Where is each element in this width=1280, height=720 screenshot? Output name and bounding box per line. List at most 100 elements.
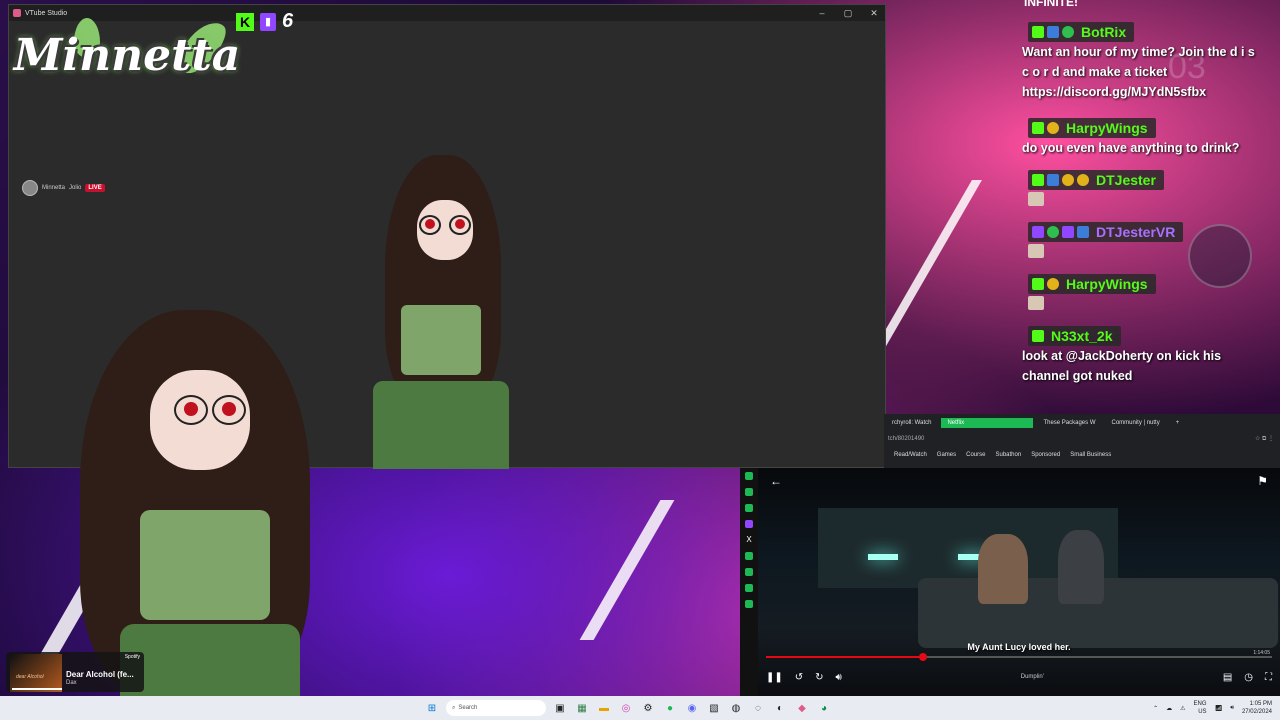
chat-username[interactable]: DTJesterVR — [1096, 224, 1175, 240]
chat-badge-icon — [1032, 226, 1044, 238]
bookmark-item[interactable]: Games — [937, 452, 956, 458]
speed-icon[interactable]: ◷ — [1244, 672, 1253, 683]
rewind-10-icon[interactable]: ↺ — [795, 672, 803, 683]
settings-icon[interactable]: ⚙ — [640, 700, 656, 716]
clock[interactable]: 1:05 PM 27/02/2024 — [1242, 700, 1272, 716]
bookmark-item[interactable]: Course — [966, 452, 985, 458]
bookmark-item[interactable]: Read/Watch — [894, 452, 927, 458]
subtitles-icon[interactable]: ▤ — [1223, 672, 1232, 683]
steam-icon[interactable]: ◐ — [772, 700, 788, 716]
browser-tab[interactable]: These Packages W — [1037, 418, 1101, 428]
tray-icon[interactable]: ☁ — [1166, 705, 1172, 712]
bookmark-item[interactable]: Subathon — [995, 452, 1021, 458]
sidebar-app-icon[interactable] — [745, 552, 753, 560]
kick-icon: K — [236, 12, 254, 31]
vts-app-icon — [13, 9, 21, 17]
netflix-player[interactable]: ← ⚑ My Aunt Lucy loved her. 1:14:05 ❚❚ ↺… — [758, 468, 1280, 696]
browser-tab[interactable]: rchyroll: Watch — [886, 418, 937, 428]
fullscreen-icon[interactable]: ⛶ — [1265, 672, 1272, 683]
spotify-icon[interactable]: ● — [662, 700, 678, 716]
chat-badge-icon — [1047, 226, 1059, 238]
sidebar-app-icon[interactable] — [745, 568, 753, 576]
sidebar-app-icon[interactable] — [745, 504, 753, 512]
app-icon[interactable]: ◎ — [618, 700, 634, 716]
minnetta-logo: Minnetta — [12, 14, 242, 98]
chat-username-row: N33xt_2k — [1028, 326, 1121, 346]
chat-username[interactable]: BotRix — [1081, 24, 1126, 40]
search-input[interactable]: ⌕ Search — [446, 700, 546, 716]
progress-thumb[interactable] — [918, 653, 927, 661]
system-tray: ⌃ ☁ ⚠ ENG US 📶︎ 🔊︎ 1:05 PM 27/02/2024 — [1153, 696, 1272, 720]
browser-tabs: rchyroll: Watch Netflix These Packages W… — [884, 414, 1280, 432]
region: US — [1198, 709, 1207, 715]
obs-icon[interactable]: ◍ — [728, 700, 744, 716]
subtitle-text: My Aunt Lucy loved her. — [967, 642, 1071, 652]
new-tab-button[interactable]: + — [1170, 418, 1186, 428]
chat-username[interactable]: DTJester — [1096, 172, 1156, 188]
progress-fill — [766, 656, 923, 658]
network-icon[interactable]: 📶︎ — [1215, 705, 1223, 712]
language-indicator[interactable]: ENG US — [1194, 700, 1207, 716]
language: ENG — [1193, 701, 1207, 707]
bookmark-item[interactable]: Small Business — [1070, 452, 1111, 458]
browser-tab-active[interactable]: Netflix — [941, 418, 1034, 428]
sidebar-app-icon[interactable] — [745, 584, 753, 592]
report-flag-icon[interactable]: ⚑ — [1257, 474, 1268, 488]
chat-message-text: do you even have anything to drink? — [1022, 141, 1240, 155]
chat-badge-icon — [1032, 26, 1044, 38]
maximize-button[interactable]: ▢ — [837, 8, 859, 19]
sidebar-app-icon[interactable] — [745, 488, 753, 496]
forward-10-icon[interactable]: ↻ — [815, 672, 823, 683]
chat-username[interactable]: HarpyWings — [1066, 120, 1148, 136]
taskbar: ⊞ ⌕ Search ▣ ▦ ▬ ◎ ⚙ ● ◉ ▧ ◍ ◌ ◐ ◆ ◕ ⌃ ☁… — [0, 696, 1280, 720]
tray-chevron-icon[interactable]: ⌃ — [1153, 705, 1158, 712]
volume-tray-icon[interactable]: 🔊︎ — [1230, 705, 1234, 712]
clock-time: 1:05 PM — [1249, 701, 1272, 707]
browser-tab[interactable]: Community | nutty — [1105, 418, 1165, 428]
tray-icon[interactable]: ⚠ — [1180, 705, 1185, 712]
url-bar[interactable]: tch/80201490 ☆ ⧉ ⋮ — [884, 432, 1280, 446]
app-icon[interactable]: ▧ — [706, 700, 722, 716]
progress-bar[interactable] — [766, 653, 1272, 661]
video-title: Dumplin' — [1020, 674, 1044, 680]
back-arrow-icon[interactable]: ← — [770, 474, 782, 488]
sidebar-twitch-icon[interactable] — [745, 520, 753, 528]
close-button[interactable]: ✕ — [863, 8, 885, 19]
chat-badge-icon — [1047, 278, 1059, 290]
file-explorer-icon[interactable]: ▬ — [596, 700, 612, 716]
spotify-widget[interactable]: dear Alcohol Spotify Dear Alcohol (fe...… — [6, 652, 144, 692]
wallpaper-stripe — [579, 500, 675, 640]
chat-emote — [1028, 296, 1044, 310]
avatar-eye — [455, 219, 465, 229]
scene-light — [868, 554, 898, 560]
twitch-icon: ▮ — [260, 12, 276, 31]
url-text: tch/80201490 — [888, 436, 925, 442]
chat-badge-icon — [1047, 26, 1059, 38]
chat-username[interactable]: N33xt_2k — [1051, 328, 1113, 344]
viewer-count: 6 — [282, 10, 294, 32]
avatar-eye — [184, 402, 198, 416]
discord-icon[interactable]: ◉ — [684, 700, 700, 716]
chat-badge-icon — [1062, 174, 1074, 186]
chat-header: INFINITE! — [1024, 0, 1078, 9]
app-icon[interactable]: ◌ — [750, 700, 766, 716]
browser-window: rchyroll: Watch Netflix These Packages W… — [884, 414, 1280, 468]
chrome-icon[interactable]: ◕ — [816, 700, 832, 716]
pause-icon[interactable]: ❚❚ — [766, 672, 783, 683]
chat-username[interactable]: HarpyWings — [1066, 276, 1148, 292]
volume-icon[interactable]: 🔊︎ — [836, 672, 842, 683]
start-icon[interactable]: ⊞ — [424, 700, 440, 716]
chat-badge-icon — [1032, 278, 1044, 290]
minimize-button[interactable]: – — [811, 8, 833, 18]
sidebar-app-icon[interactable] — [745, 600, 753, 608]
sidebar-app-icon[interactable] — [745, 472, 753, 480]
sidebar-x-icon[interactable]: X — [745, 536, 753, 544]
vtube-studio-icon[interactable]: ◆ — [794, 700, 810, 716]
chat-username-row: HarpyWings — [1028, 274, 1156, 294]
bookmark-item[interactable]: Sponsored — [1031, 452, 1060, 458]
scene-person — [978, 534, 1028, 604]
player-controls: ❚❚ ↺ ↻ 🔊︎ Dumplin' ▤ ◷ ⛶ — [766, 668, 1272, 686]
app-icon[interactable]: ▦ — [574, 700, 590, 716]
task-view-icon[interactable]: ▣ — [552, 700, 568, 716]
avatar-shorts — [120, 624, 300, 696]
